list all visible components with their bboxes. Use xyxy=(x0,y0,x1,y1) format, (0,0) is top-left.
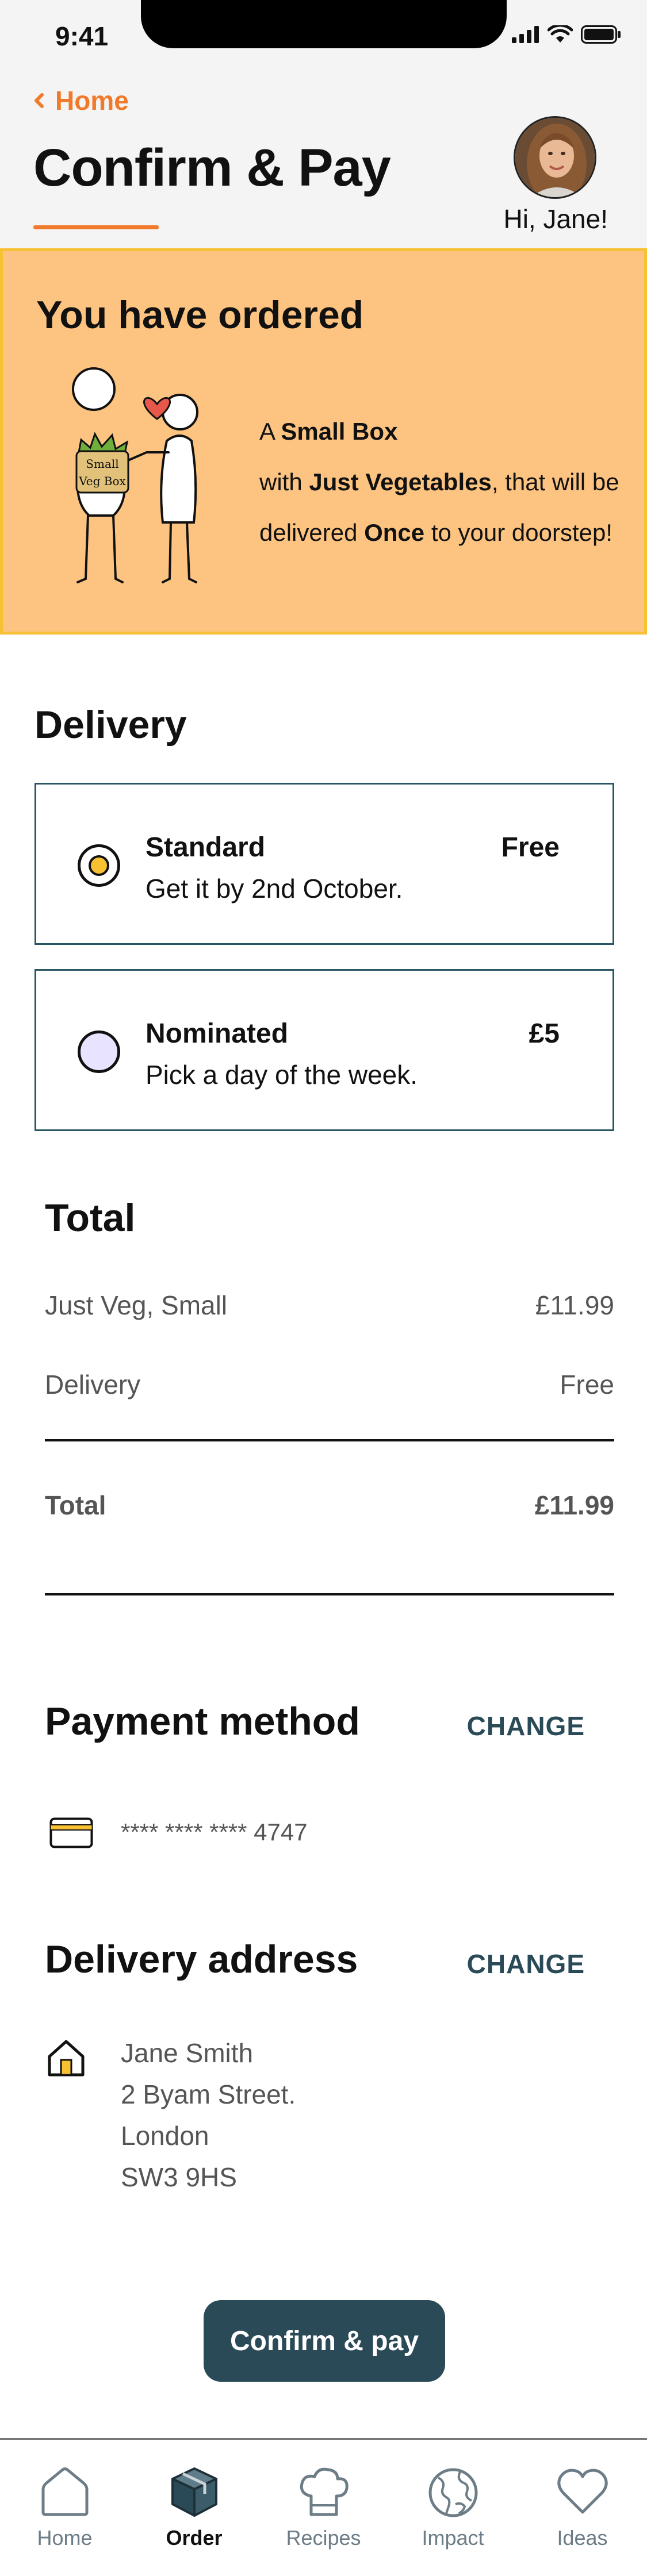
tab-label: Ideas xyxy=(557,2526,608,2550)
chevron-left-icon xyxy=(35,93,44,108)
box-icon xyxy=(171,2467,217,2517)
line-item-value: £11.99 xyxy=(535,1290,614,1320)
page-header: Home Confirm & Pay Hi, Jane! xyxy=(0,52,647,248)
battery-icon xyxy=(581,25,621,44)
box-size: Small Box xyxy=(281,418,398,445)
address-line: London xyxy=(121,2121,209,2151)
tab-label: Recipes xyxy=(286,2526,361,2550)
wifi-icon xyxy=(548,25,573,43)
payment-section-title: Payment method xyxy=(45,1700,360,1743)
tab-ideas[interactable]: Ideas xyxy=(518,2440,647,2576)
status-bar: 9:41 xyxy=(0,0,647,52)
credit-card-icon xyxy=(49,1817,93,1848)
home-icon xyxy=(41,2467,88,2516)
order-frequency: Once xyxy=(364,519,425,546)
radio-selected[interactable] xyxy=(78,844,120,887)
delivery-option-standard[interactable]: Standard Get it by 2nd October. Free xyxy=(35,783,614,945)
delivery-option-desc: Get it by 2nd October. xyxy=(146,874,403,903)
delivery-section-title: Delivery xyxy=(35,703,187,747)
order-summary: You have ordered Small Veg Box A Small B… xyxy=(0,248,647,635)
radio-unselected[interactable] xyxy=(78,1031,120,1073)
house-icon xyxy=(48,2040,85,2077)
status-time: 9:41 xyxy=(55,21,109,51)
order-summary-title: You have ordered xyxy=(36,293,364,337)
tab-order[interactable]: Order xyxy=(129,2440,259,2576)
address-line: SW3 9HS xyxy=(121,2162,237,2192)
chef-hat-icon xyxy=(300,2467,349,2516)
greeting: Hi, Jane! xyxy=(503,204,608,234)
divider xyxy=(45,1439,614,1441)
delivery-option-name: Nominated xyxy=(146,1018,289,1049)
page-title: Confirm & Pay xyxy=(33,139,391,197)
address-line: 2 Byam Street. xyxy=(121,2079,296,2109)
bottom-tab-bar: Home Order Recipes Impact Ideas xyxy=(0,2438,647,2576)
tab-label: Impact xyxy=(422,2526,484,2550)
veg-box-illustration: Small Veg Box xyxy=(72,367,198,583)
back-label: Home xyxy=(55,86,129,116)
masked-card-number: **** **** **** 4747 xyxy=(121,1818,308,1846)
confirm-pay-button[interactable]: Confirm & pay xyxy=(204,2300,445,2382)
address-line: Jane Smith xyxy=(121,2038,254,2068)
divider xyxy=(45,1593,614,1595)
back-button[interactable]: Home xyxy=(33,85,129,116)
heart-icon xyxy=(557,2469,608,2514)
signal-icon xyxy=(512,26,539,43)
line-item-label: Just Veg, Small xyxy=(45,1290,228,1320)
delivery-option-nominated[interactable]: Nominated Pick a day of the week. £5 xyxy=(35,969,614,1131)
delivery-address: Jane Smith 2 Byam Street. London SW3 9HS xyxy=(121,2032,296,2198)
address-section-title: Delivery address xyxy=(45,1937,358,1981)
globe-icon xyxy=(428,2468,477,2517)
delivery-option-desc: Pick a day of the week. xyxy=(146,1060,418,1090)
line-item-label: Delivery xyxy=(45,1370,141,1400)
delivery-option-name: Standard xyxy=(146,832,266,863)
delivery-option-price: £5 xyxy=(529,1018,560,1049)
status-icons xyxy=(512,25,621,44)
total-row: Total £11.99 xyxy=(45,1490,614,1521)
line-item-value: Free xyxy=(560,1370,614,1400)
tab-impact[interactable]: Impact xyxy=(388,2440,518,2576)
delivery-option-price: Free xyxy=(501,832,560,863)
order-description: A Small Box with Just Vegetables, that w… xyxy=(259,418,619,546)
bag-label-1: Small xyxy=(86,457,118,471)
total-label: Total xyxy=(45,1490,106,1520)
device-notch xyxy=(141,0,507,48)
box-contents: Just Vegetables xyxy=(309,468,492,495)
line-item: Just Veg, Small £11.99 xyxy=(45,1290,614,1321)
tab-label: Order xyxy=(166,2526,223,2550)
total-section-title: Total xyxy=(45,1196,136,1240)
bag-label-2: Veg Box xyxy=(78,474,126,488)
total-value: £11.99 xyxy=(534,1490,614,1520)
change-address-button[interactable]: CHANGE xyxy=(467,1948,585,1979)
title-underline xyxy=(33,225,159,229)
tab-label: Home xyxy=(37,2526,93,2550)
tab-recipes[interactable]: Recipes xyxy=(259,2440,388,2576)
line-item: Delivery Free xyxy=(45,1369,614,1400)
tab-home[interactable]: Home xyxy=(0,2440,129,2576)
change-payment-button[interactable]: CHANGE xyxy=(467,1710,585,1741)
avatar[interactable] xyxy=(514,116,596,199)
